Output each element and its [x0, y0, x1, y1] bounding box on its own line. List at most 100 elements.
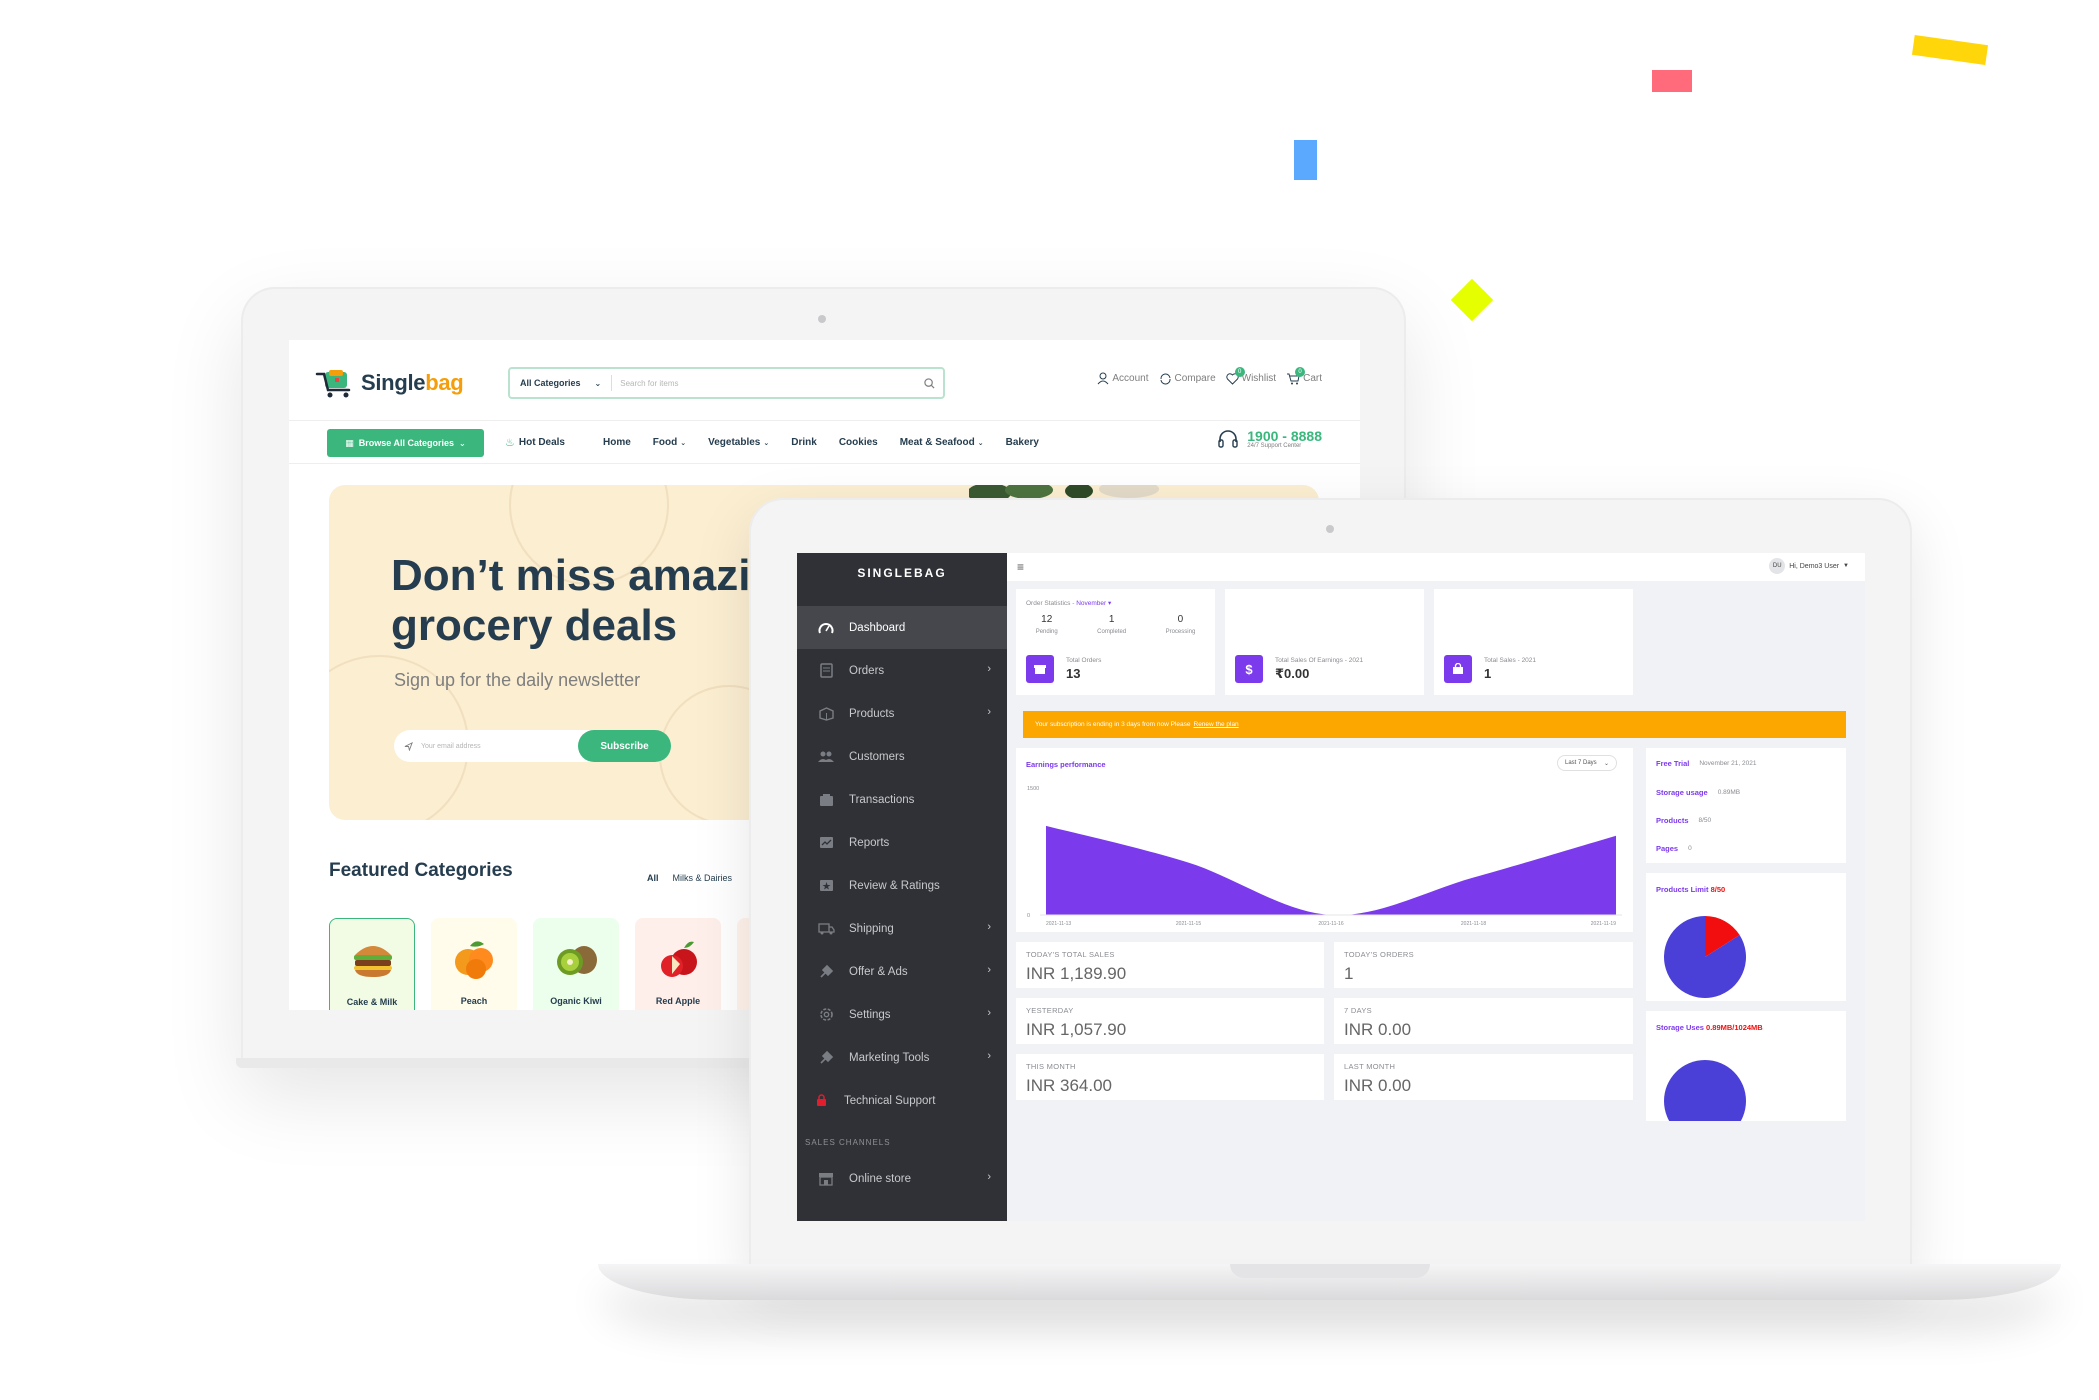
sidebar-item-customers[interactable]: Customers [797, 735, 1007, 778]
hot-deals-link[interactable]: ♨ Hot Deals [505, 436, 565, 449]
sidebar-item-settings[interactable]: Settings › [797, 993, 1007, 1036]
sidebar-item-dashboard[interactable]: Dashboard [797, 606, 1007, 649]
category-card[interactable]: Peach [431, 918, 517, 1010]
products-limit-card: Products Limit 8/50 [1646, 873, 1846, 1001]
nav-item-home[interactable]: Home [603, 437, 631, 448]
phone-number: 1900 - 8888 [1247, 428, 1322, 444]
hero-subtitle: Sign up for the daily newsletter [394, 670, 641, 690]
tab-all[interactable]: All [647, 873, 659, 883]
metric-card-7-days: 7 DAYS INR 0.00 [1334, 998, 1633, 1044]
sidebar-item-review-ratings[interactable]: Review & Ratings [797, 864, 1007, 907]
admin-nav: Dashboard Orders › Products › Customers … [797, 606, 1007, 1200]
transactions-icon [817, 791, 835, 809]
sidebar-item-reports[interactable]: Reports [797, 821, 1007, 864]
browse-categories-button[interactable]: ▦ Browse All Categories ⌄ [327, 429, 484, 457]
singlebag-logo[interactable]: Singlebag [315, 368, 464, 398]
logo-text: Singlebag [361, 370, 464, 395]
nav-item-cookies[interactable]: Cookies [839, 437, 878, 448]
order-statistics-card: Order Statistics - November ▾ 12 Pending … [1016, 589, 1215, 695]
sales-channels-heading: SALES CHANNELS [805, 1138, 891, 1147]
category-card[interactable]: Cake & Milk [329, 918, 415, 1010]
user-menu[interactable]: DU Hi, Demo3 User ▼ [1769, 558, 1849, 574]
compare-link[interactable]: Compare [1159, 372, 1216, 385]
wishlist-link[interactable]: 0 Wishlist [1226, 367, 1276, 385]
month-select[interactable]: November ▾ [1076, 600, 1111, 607]
headset-icon [1218, 430, 1238, 448]
apple-icon [661, 941, 697, 977]
cart-link[interactable]: 0 Cart [1286, 367, 1322, 385]
storefront-main-nav: ▦ Browse All Categories ⌄ ♨ Hot Deals Ho… [289, 420, 1360, 464]
y-tick-label: 0 [1027, 913, 1030, 919]
sidebar-item-shipping[interactable]: Shipping › [797, 907, 1007, 950]
renew-plan-link[interactable]: Renew the plan [1194, 721, 1239, 728]
stat-completed: 1 Completed [1097, 614, 1127, 635]
chevron-right-icon: › [987, 964, 991, 976]
sidebar-item-orders[interactable]: Orders › [797, 649, 1007, 692]
chevron-down-icon: ⌄ [680, 439, 687, 447]
nav-item-meat-seafood[interactable]: Meat & Seafood ⌄ [900, 437, 984, 448]
x-tick-label: 2021-11-19 [1591, 921, 1616, 927]
admin-brand[interactable]: SINGLEBAG [797, 553, 1007, 593]
hamburger-menu-icon[interactable]: ≡ [1017, 560, 1024, 574]
dashboard-icon [817, 619, 835, 637]
orders-box-icon [1026, 655, 1054, 683]
storage-uses-card: Storage Uses 0.89MB/1024MB [1646, 1011, 1846, 1121]
sidebar-item-offer-ads[interactable]: Offer & Ads › [797, 950, 1007, 993]
nav-item-drink[interactable]: Drink [791, 437, 817, 448]
sidebar-item-marketing-tools[interactable]: Marketing Tools › [797, 1036, 1007, 1079]
x-tick-label: 2021-11-18 [1461, 921, 1486, 927]
metric-card-yesterday: YESTERDAY INR 1,057.90 [1016, 998, 1324, 1044]
chevron-down-icon: ⌄ [977, 439, 984, 447]
stat-processing: 0 Processing [1165, 614, 1196, 635]
total-earnings-card: $ Total Sales Of Earnings - 2021 ₹0.00 [1225, 589, 1424, 695]
search-button[interactable] [915, 377, 943, 389]
newsletter-email-input[interactable]: Your email address [394, 741, 578, 751]
metric-card-last-month: LAST MONTH INR 0.00 [1334, 1054, 1633, 1100]
sidebar-item-products[interactable]: Products › [797, 692, 1007, 735]
marketing-icon [817, 1049, 835, 1067]
total-earnings-value: ₹0.00 [1275, 665, 1310, 681]
tab-milks-dairies[interactable]: Milks & Dairies [673, 873, 733, 883]
storage-pie-slice [1664, 1060, 1746, 1121]
category-card[interactable]: Red Apple [635, 918, 721, 1010]
nav-item-food[interactable]: Food ⌄ [653, 437, 686, 448]
stat-pending: 12 Pending [1035, 614, 1058, 635]
admin-screen: SINGLEBAG Dashboard Orders › Products › … [797, 553, 1865, 1221]
total-orders-value: 13 [1066, 666, 1081, 681]
header-actions: Account Compare 0 Wishlist 0 Cart [1097, 367, 1322, 385]
burger-icon [354, 946, 392, 977]
shopping-cart-icon [315, 370, 351, 398]
chevron-down-icon: ⌄ [594, 378, 602, 388]
total-sales-value: 1 [1484, 666, 1492, 681]
offer-icon [817, 963, 835, 981]
reports-icon [817, 834, 835, 852]
featured-tabs: All Milks & Dairies [647, 873, 732, 883]
laptop-camera [818, 315, 826, 323]
peach-icon [455, 941, 493, 979]
storefront-header: Singlebag All Categories ⌄ Search for it… [289, 340, 1360, 420]
account-link[interactable]: Account [1097, 372, 1149, 385]
sidebar-item-online-store[interactable]: Online store › [797, 1157, 1007, 1200]
earnings-performance-card: Earnings performance Last 7 Days ⌄ 1500 0… [1016, 748, 1633, 932]
sidebar-item-technical-support[interactable]: Technical Support [797, 1079, 1007, 1122]
nav-item-vegetables[interactable]: Vegetables ⌄ [708, 437, 769, 448]
send-icon [404, 741, 413, 751]
products-limit-pie-chart [1664, 916, 1746, 998]
avatar: DU [1769, 558, 1786, 574]
laptop-notch [1230, 1264, 1430, 1278]
category-select[interactable]: All Categories ⌄ [510, 375, 613, 391]
compare-icon [1159, 372, 1171, 385]
category-cards: Cake & Milk Peach Oganic Kiwi Red Apple [329, 918, 767, 1010]
subscribe-button[interactable]: Subscribe [578, 730, 671, 762]
featured-categories-title: Featured Categories [329, 860, 513, 881]
category-card[interactable]: Oganic Kiwi [533, 918, 619, 1010]
support-phone[interactable]: 1900 - 8888 24/7 Support Center [1217, 429, 1322, 449]
search-input[interactable]: Search for items [612, 379, 915, 388]
nav-item-bakery[interactable]: Bakery [1006, 437, 1039, 448]
subscription-alert: Your subscription is ending in 3 days fr… [1023, 711, 1846, 738]
flame-icon: ♨ [505, 437, 515, 449]
free-trial-row: Free Trial November 21, 2021 [1656, 758, 1757, 768]
customers-icon [817, 748, 835, 766]
sidebar-item-transactions[interactable]: Transactions [797, 778, 1007, 821]
grid-icon: ▦ [345, 437, 354, 448]
